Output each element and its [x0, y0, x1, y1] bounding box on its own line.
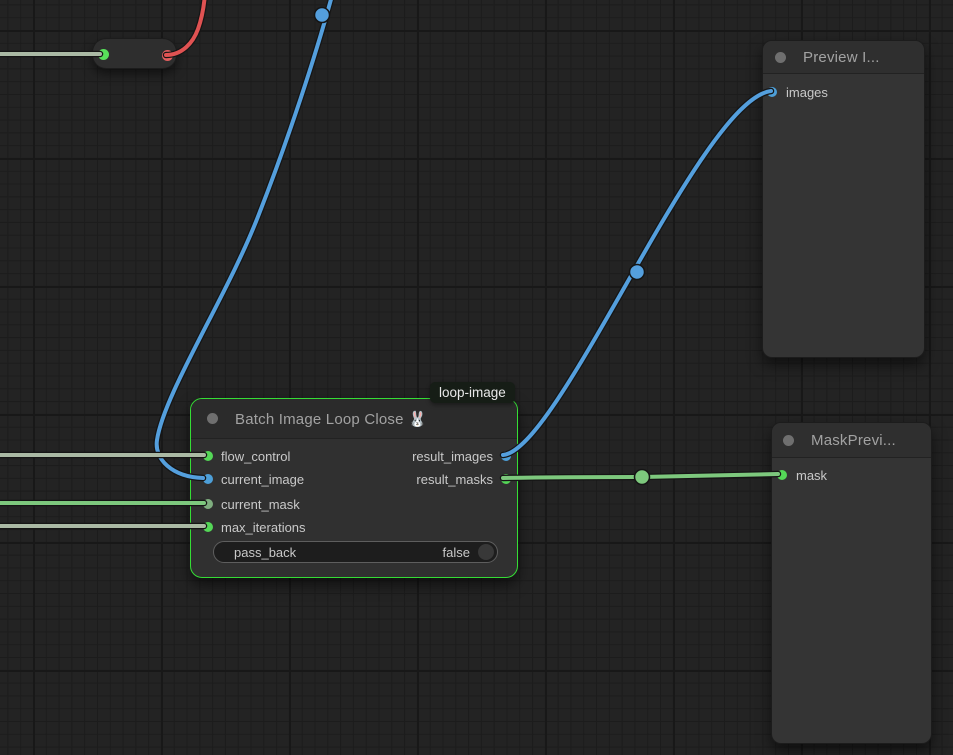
- link-midpoint-dot-blue[interactable]: [315, 8, 330, 23]
- current-mask-input-dot[interactable]: [203, 499, 213, 509]
- current-image-input-dot[interactable]: [203, 474, 213, 484]
- result-images-output-label: result_images: [412, 449, 493, 464]
- link-midpoint-dot-blue[interactable]: [630, 265, 645, 280]
- batch-node-header[interactable]: Batch Image Loop Close 🐰: [191, 399, 517, 439]
- collapse-dot-icon[interactable]: [783, 435, 794, 446]
- result-masks-output-label: result_masks: [416, 472, 493, 487]
- flow-control-input-dot[interactable]: [203, 451, 213, 461]
- result-images-output-dot[interactable]: [501, 451, 511, 461]
- flow-control-input-label: flow_control: [221, 449, 290, 464]
- reroute-input-dot[interactable]: [98, 49, 109, 60]
- collapse-dot-icon[interactable]: [207, 413, 218, 424]
- link-blue-result-images-to-preview: [503, 91, 771, 455]
- current-mask-input-label: current_mask: [221, 497, 300, 512]
- link-midpoint-dot-green[interactable]: [635, 470, 650, 485]
- collapsed-reroute-node[interactable]: [92, 38, 177, 69]
- result-masks-output-dot[interactable]: [501, 474, 511, 484]
- reroute-output-dot[interactable]: [162, 50, 173, 61]
- max-iterations-input-dot[interactable]: [203, 522, 213, 532]
- images-input-label: images: [786, 85, 828, 100]
- link-green-result-masks-to-mask: [503, 474, 778, 478]
- node-graph-canvas[interactable]: Preview I... images MaskPrevi... mask lo…: [0, 0, 953, 755]
- widget-name: pass_back: [234, 545, 443, 560]
- link-outline: [503, 474, 778, 478]
- images-input-dot[interactable]: [767, 87, 777, 97]
- pass-back-toggle-widget[interactable]: pass_back false: [213, 541, 498, 563]
- max-iterations-input-label: max_iterations: [221, 520, 306, 535]
- mask-preview-node-header[interactable]: MaskPrevi...: [772, 423, 931, 458]
- node-title: MaskPrevi...: [811, 432, 896, 449]
- batch-image-loop-close-node[interactable]: Batch Image Loop Close 🐰 flow_control cu…: [190, 398, 518, 578]
- mask-preview-node[interactable]: MaskPrevi... mask: [771, 422, 932, 744]
- preview-image-node[interactable]: Preview I... images: [762, 40, 925, 358]
- mask-input-dot[interactable]: [777, 470, 787, 480]
- node-title: Preview I...: [803, 49, 880, 66]
- link-outline: [503, 91, 771, 455]
- preview-image-node-header[interactable]: Preview I...: [763, 41, 924, 74]
- collapse-dot-icon[interactable]: [775, 52, 786, 63]
- widget-value: false: [443, 545, 470, 560]
- loop-image-badge: loop-image: [430, 382, 515, 403]
- node-title: Batch Image Loop Close 🐰: [235, 410, 427, 428]
- toggle-knob-icon[interactable]: [478, 544, 494, 560]
- current-image-input-label: current_image: [221, 472, 304, 487]
- mask-input-label: mask: [796, 468, 827, 483]
